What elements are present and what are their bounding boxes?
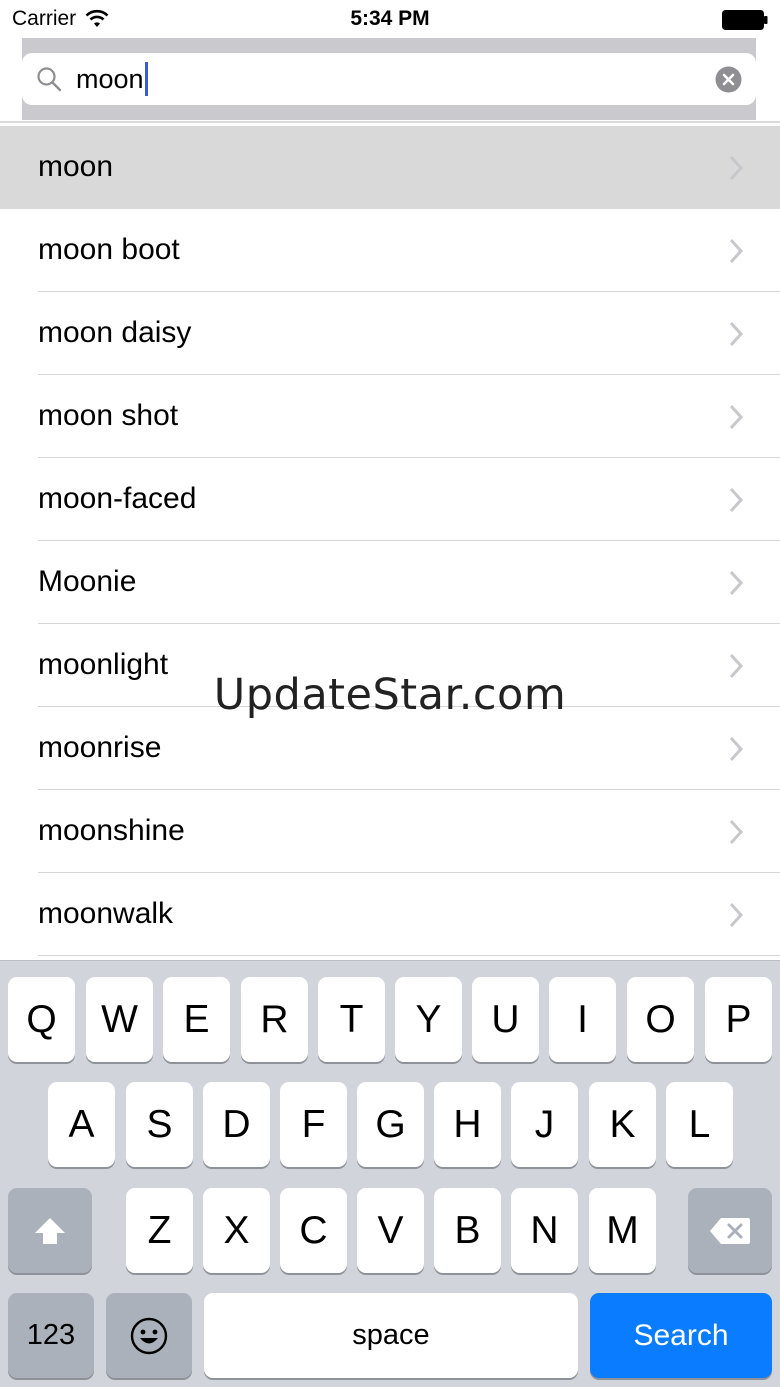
chevron-right-icon (729, 404, 744, 430)
key-q[interactable]: Q (8, 977, 75, 1062)
result-row[interactable]: moonwalk (0, 873, 780, 956)
emoji-icon (130, 1317, 168, 1354)
search-key[interactable]: Search (590, 1293, 772, 1378)
result-row[interactable]: moonshine (0, 790, 780, 873)
backspace-icon (710, 1217, 750, 1244)
search-input[interactable]: moon (22, 53, 756, 105)
key-a[interactable]: A (48, 1082, 115, 1167)
chevron-right-icon (729, 819, 744, 845)
watermark: UpdateStar.com (213, 670, 567, 720)
key-s[interactable]: S (126, 1082, 193, 1167)
header-divider (0, 121, 780, 123)
key-p[interactable]: P (705, 977, 772, 1062)
key-x[interactable]: X (203, 1188, 270, 1273)
search-icon (37, 67, 62, 92)
key-y[interactable]: Y (395, 977, 462, 1062)
shift-arrow-icon (35, 1217, 65, 1244)
result-row[interactable]: Moonie (0, 541, 780, 624)
result-label: moonwalk (38, 897, 174, 930)
key-n[interactable]: N (511, 1188, 578, 1273)
key-k[interactable]: K (589, 1082, 656, 1167)
chevron-right-icon (729, 487, 744, 513)
battery-icon (722, 10, 768, 30)
result-label: moonrise (38, 731, 162, 764)
key-h[interactable]: H (434, 1082, 501, 1167)
key-g[interactable]: G (357, 1082, 424, 1167)
result-label: moon shot (38, 399, 179, 432)
delete-key[interactable] (688, 1188, 772, 1273)
result-row[interactable]: moon shot (0, 375, 780, 458)
result-row[interactable]: moon (0, 126, 780, 209)
key-z[interactable]: Z (126, 1188, 193, 1273)
chevron-right-icon (729, 155, 744, 181)
key-m[interactable]: M (589, 1188, 656, 1273)
search-query: moon (76, 62, 148, 98)
result-label: moon (38, 150, 114, 183)
result-row[interactable]: moon boot (0, 209, 780, 292)
result-row[interactable]: moon-faced (0, 458, 780, 541)
chevron-right-icon (729, 736, 744, 762)
result-label: moon-faced (38, 482, 197, 515)
key-i[interactable]: I (549, 977, 616, 1062)
key-o[interactable]: O (627, 977, 694, 1062)
chevron-right-icon (729, 902, 744, 928)
results-list: moon moon boot moon daisy moon shot moon-fac… (0, 126, 780, 956)
search-query-text: moon (76, 64, 144, 95)
chevron-right-icon (729, 570, 744, 596)
key-l[interactable]: L (666, 1082, 733, 1167)
status-bar: Carrier 5:34 PM (0, 0, 780, 38)
key-r[interactable]: R (241, 977, 308, 1062)
keyboard: Q W E R T Y U I O P A S D F G H J K L Z … (0, 960, 780, 1387)
row-separator (38, 955, 780, 956)
result-row[interactable]: moon daisy (0, 292, 780, 375)
key-j[interactable]: J (511, 1082, 578, 1167)
result-label: moon boot (38, 233, 180, 266)
space-key[interactable]: space (204, 1293, 578, 1378)
key-d[interactable]: D (203, 1082, 270, 1167)
key-v[interactable]: V (357, 1188, 424, 1273)
clear-icon[interactable] (715, 66, 742, 93)
search-bar: moon (22, 38, 756, 120)
key-w[interactable]: W (86, 977, 153, 1062)
key-u[interactable]: U (472, 977, 539, 1062)
key-f[interactable]: F (280, 1082, 347, 1167)
shift-key[interactable] (8, 1188, 92, 1273)
text-caret (144, 62, 148, 96)
chevron-right-icon (729, 321, 744, 347)
numbers-key[interactable]: 123 (8, 1293, 94, 1378)
key-b[interactable]: B (434, 1188, 501, 1273)
key-c[interactable]: C (280, 1188, 347, 1273)
emoji-key[interactable] (106, 1293, 192, 1378)
key-t[interactable]: T (318, 977, 385, 1062)
key-e[interactable]: E (163, 977, 230, 1062)
result-label: Moonie (38, 565, 137, 598)
chevron-right-icon (729, 238, 744, 264)
result-label: moonshine (38, 814, 185, 847)
result-label: moon daisy (38, 316, 192, 349)
status-time: 5:34 PM (350, 7, 430, 30)
